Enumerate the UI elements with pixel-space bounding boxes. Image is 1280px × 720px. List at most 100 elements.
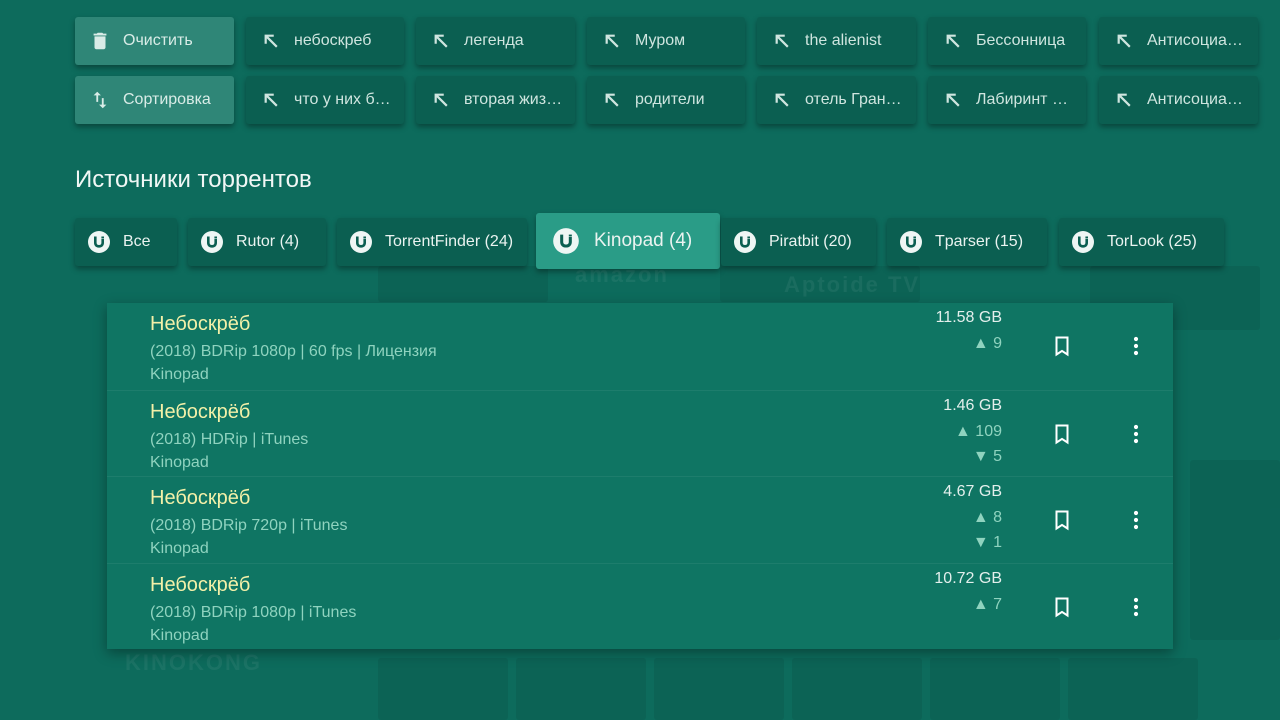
more-vert-icon[interactable] [1124,508,1148,532]
torrent-results-list: Небоскрёб (2018) BDRip 1080p | 60 fps | Л… [107,303,1173,649]
bookmark-icon[interactable] [1050,595,1074,619]
arrow-up-left-icon [942,89,964,111]
torrent-source: Kinopad [150,366,209,383]
source-tab[interactable]: Rutor (4) [188,218,326,266]
torrent-seeders: ▲ 9 [972,335,1002,352]
arrow-up-left-icon [260,30,282,52]
torrent-seeders: ▲ 7 [972,595,1002,613]
arrow-up-left-icon [1113,30,1135,52]
history-item[interactable]: вторая жизн… [416,76,575,124]
history-item-label: the alienist [805,32,882,49]
torrent-sources-title: Источники торрентов [75,166,312,193]
history-item[interactable]: Антисоциалк… [1099,76,1258,124]
torrent-title: Небоскрёб [150,313,251,335]
source-tab-label: Tparser (15) [935,233,1024,250]
source-tab[interactable]: TorrentFinder (24) [337,218,527,266]
bg-kinokong-text: KINOKONG [125,650,262,675]
more-vert-icon[interactable] [1124,334,1148,358]
torrent-description: (2018) BDRip 720p | iTunes [150,517,348,534]
history-item-label: легенда [464,32,524,49]
history-item-label: что у них бы… [294,91,403,108]
torrent-size: 1.46 GB [943,396,1002,414]
torrent-row[interactable]: Небоскрёб (2018) HDRip | iTunes Kinopad 1.4… [107,389,1173,476]
source-tab[interactable]: Piratbit (20) [721,218,876,266]
history-item[interactable]: родители [587,76,745,124]
source-tab-label: Piratbit (20) [769,233,852,250]
history-item[interactable]: Муром [587,17,745,65]
history-item-label: Антисоциалка [1147,32,1253,49]
source-tab[interactable]: Tparser (15) [887,218,1047,266]
utorrent-icon [1071,230,1095,254]
history-item-label: Муром [635,32,686,49]
arrow-up-left-icon [601,89,623,111]
history-item-label: Антисоциалк… [1147,91,1258,108]
source-tab-label: Все [123,233,151,250]
source-tab[interactable]: Все [75,218,177,266]
history-item[interactable]: Антисоциалка [1099,17,1258,65]
torrent-size: 11.58 GB [935,309,1002,326]
history-item-label: вторая жизн… [464,91,571,108]
more-vert-icon[interactable] [1124,422,1148,446]
bg-aptoide-text: Aptoide TV [784,272,921,297]
torrent-description: (2018) BDRip 1080p | 60 fps | Лицензия [150,343,437,360]
torrent-seeders: ▲ 8 [972,509,1002,526]
history-item[interactable]: the alienist [757,17,916,65]
source-tab-label: Rutor (4) [236,233,300,250]
arrow-up-left-icon [430,89,452,111]
source-tab-label: TorLook (25) [1107,233,1197,250]
history-item-label: Очистить [123,32,193,49]
history-item-label: Лабиринт фа… [976,91,1086,108]
source-tab-label: TorrentFinder (24) [385,233,514,250]
utorrent-icon [733,230,757,254]
torrent-title: Небоскрёб [150,487,251,509]
utorrent-icon [349,230,373,254]
history-item-label: небоскреб [294,32,372,49]
arrow-up-left-icon [771,30,793,52]
history-item-label: родители [635,91,705,108]
torrent-source: Kinopad [150,453,209,471]
arrow-up-left-icon [771,89,793,111]
sort-icon [89,89,111,111]
torrent-leechers: ▼ 5 [972,447,1002,465]
utorrent-icon [899,230,923,254]
arrow-up-left-icon [260,89,282,111]
history-item[interactable]: Бессонница [928,17,1086,65]
arrow-up-left-icon [942,30,964,52]
trash-icon [89,30,111,52]
torrent-size: 4.67 GB [943,483,1002,500]
torrent-seeders: ▲ 109 [955,422,1002,440]
history-item[interactable]: отель Гранд… [757,76,916,124]
history-item[interactable]: Лабиринт фа… [928,76,1086,124]
utorrent-icon [200,230,224,254]
source-tab[interactable]: TorLook (25) [1059,218,1224,266]
history-item-label: Сортировка [123,91,211,108]
more-vert-icon[interactable] [1124,595,1148,619]
torrent-description: (2018) BDRip 1080p | iTunes [150,603,357,621]
utorrent-icon [552,227,580,255]
torrent-description: (2018) HDRip | iTunes [150,430,309,448]
torrent-leechers: ▼ 1 [972,534,1002,551]
torrent-row[interactable]: Небоскрёб (2018) BDRip 1080p | 60 fps | Л… [107,303,1173,389]
bookmark-icon[interactable] [1050,422,1074,446]
source-tab-label: Kinopad (4) [594,230,693,251]
torrent-source: Kinopad [150,540,209,557]
arrow-up-left-icon [601,30,623,52]
history-item[interactable]: что у них бы… [246,76,404,124]
history-item-label: Бессонница [976,32,1066,49]
history-item-label: отель Гранд… [805,91,911,108]
torrent-title: Небоскрёб [150,400,251,423]
bookmark-icon[interactable] [1050,508,1074,532]
history-item[interactable]: небоскреб [246,17,404,65]
arrow-up-left-icon [1113,89,1135,111]
clear-history-button[interactable]: Очистить [75,17,234,65]
history-item[interactable]: легенда [416,17,575,65]
utorrent-icon [87,230,111,254]
torrent-row[interactable]: Небоскрёб (2018) BDRip 1080p | iTunes Kino… [107,562,1173,649]
source-tab[interactable]: Kinopad (4) [536,213,720,269]
torrent-source: Kinopad [150,626,209,644]
sort-button[interactable]: Сортировка [75,76,234,124]
torrent-size: 10.72 GB [934,569,1002,587]
arrow-up-left-icon [430,30,452,52]
bookmark-icon[interactable] [1050,334,1074,358]
torrent-row[interactable]: Небоскрёб (2018) BDRip 720p | iTunes Kinop… [107,476,1173,562]
